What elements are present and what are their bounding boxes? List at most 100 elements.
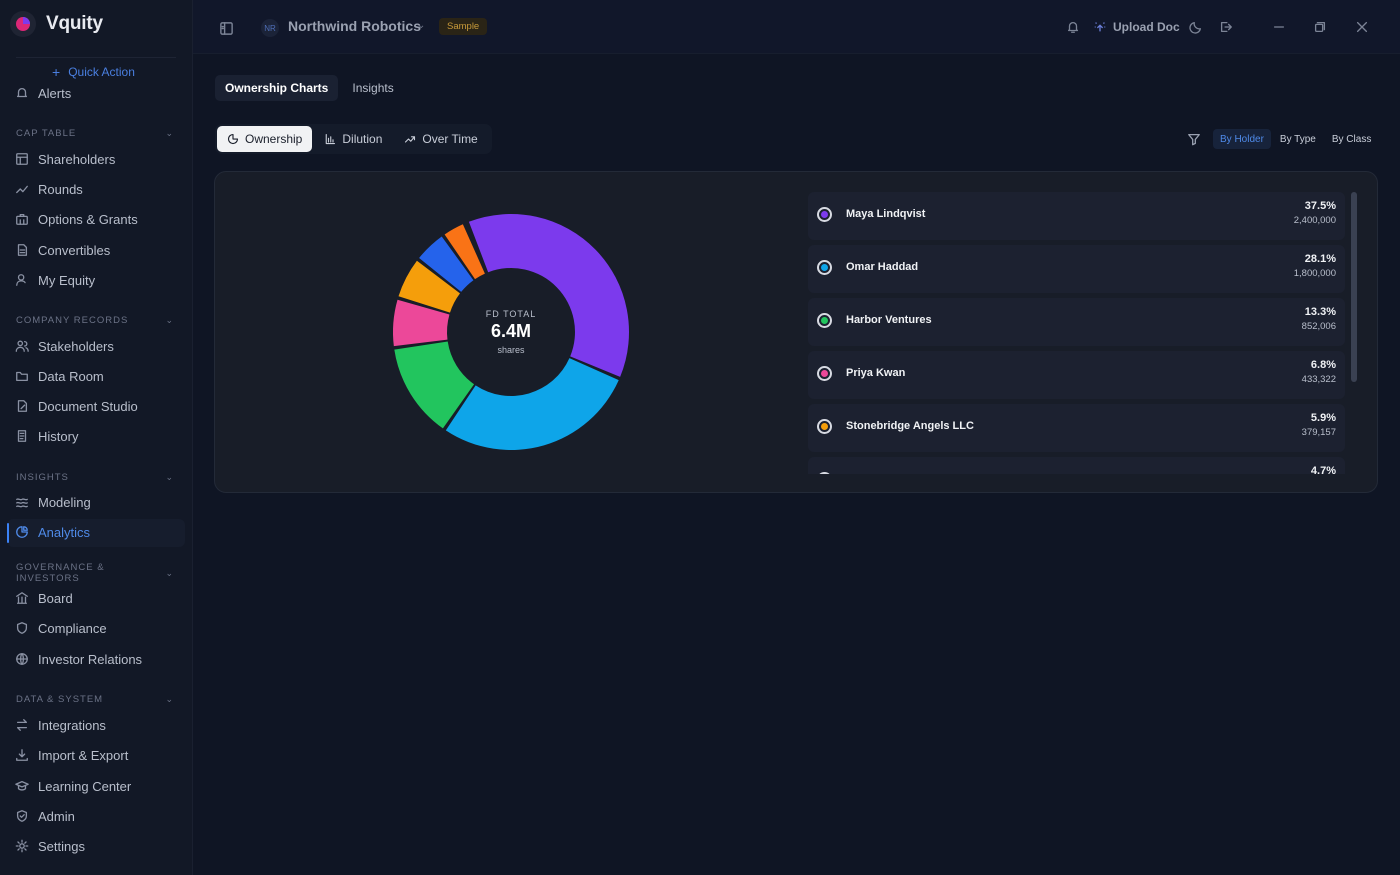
section-header-cap-table[interactable]: CAP TABLE ⌄ <box>16 126 176 140</box>
building-icon <box>14 590 30 606</box>
sparkle-upload-icon <box>1094 22 1106 32</box>
legend-swatch <box>817 207 832 222</box>
globe-icon <box>14 651 30 667</box>
ownership-donut-chart: FD TOTAL 6.4M shares <box>391 212 631 452</box>
sidebar-item-history[interactable]: History <box>14 426 78 446</box>
sidebar-item-admin[interactable]: Admin <box>14 806 75 826</box>
sample-badge: Sample <box>439 18 488 35</box>
legend-scrollbar[interactable] <box>1351 192 1357 474</box>
donut-center-value: 6.4M <box>490 321 532 341</box>
brand-logo-icon <box>10 11 36 37</box>
sidebar-item-analytics[interactable]: Analytics <box>14 522 90 542</box>
donut-center: FD TOTAL 6.4M shares <box>391 212 631 452</box>
users-icon <box>14 338 30 354</box>
pie-chart-icon <box>227 133 239 145</box>
sidebar-toggle-icon[interactable] <box>217 19 235 37</box>
sidebar-item-modeling[interactable]: Modeling <box>14 492 91 512</box>
close-icon[interactable] <box>1354 19 1370 35</box>
sidebar-nav[interactable]: Alerts CAP TABLE ⌄ Shareholders Rounds Op… <box>0 82 193 875</box>
legend-swatch <box>817 313 832 328</box>
waves-icon <box>14 494 30 510</box>
chevron-down-icon[interactable]: ⌄ <box>417 20 425 31</box>
section-header-governance[interactable]: GOVERNANCE & INVESTORS ⌄ <box>16 562 176 584</box>
legend-holder-name: Omar Haddad <box>846 261 919 273</box>
tab-insights[interactable]: Insights <box>342 75 403 101</box>
legend-row[interactable]: Harbor Ventures 13.3% 852,006 <box>808 298 1345 346</box>
edit-document-icon <box>14 398 30 414</box>
section-header-data-system[interactable]: DATA & SYSTEM ⌄ <box>16 692 176 706</box>
sidebar-item-compliance[interactable]: Compliance <box>14 618 107 638</box>
group-by-class-button[interactable]: By Class <box>1325 129 1378 149</box>
logout-icon[interactable] <box>1218 19 1234 35</box>
sidebar-item-integrations[interactable]: Integrations <box>14 715 106 735</box>
donut-center-unit: shares <box>497 345 525 355</box>
legend-shares: 2,400,000 <box>1293 215 1336 226</box>
sidebar-item-import-export[interactable]: Import & Export <box>14 745 128 765</box>
folder-icon <box>14 368 30 384</box>
org-name[interactable]: Northwind Robotics <box>288 18 421 34</box>
sidebar-item-stakeholders[interactable]: Stakeholders <box>14 336 114 356</box>
legend-shares: 1,800,000 <box>1293 268 1336 279</box>
legend-swatch <box>817 472 832 474</box>
gear-icon <box>14 838 30 854</box>
document-icon <box>14 242 30 258</box>
sidebar-item-settings[interactable]: Settings <box>14 836 85 856</box>
view-dilution-button[interactable]: Dilution <box>314 126 392 152</box>
legend-percent: 13.3% <box>1304 306 1336 318</box>
user-icon <box>14 272 30 288</box>
group-by-switcher: By Holder By Type By Class <box>1187 128 1378 150</box>
legend-row[interactable]: 4.7% <box>808 457 1345 474</box>
legend-holder-name: Harbor Ventures <box>846 314 932 326</box>
sidebar-item-board[interactable]: Board <box>14 588 73 608</box>
sidebar-item-my-equity[interactable]: My Equity <box>14 270 95 290</box>
legend-holder-name: Maya Lindqvist <box>846 208 926 220</box>
sidebar-item-alerts[interactable]: Alerts <box>14 83 71 103</box>
legend-swatch <box>817 419 832 434</box>
section-header-insights[interactable]: INSIGHTS ⌄ <box>16 470 176 484</box>
scrollbar-thumb[interactable] <box>1351 192 1357 382</box>
legend-row[interactable]: Stonebridge Angels LLC 5.9% 379,157 <box>808 404 1345 452</box>
quick-action-label: Quick Action <box>68 65 135 79</box>
sidebar-item-shareholders[interactable]: Shareholders <box>14 149 115 169</box>
sidebar-item-investor-relations[interactable]: Investor Relations <box>14 649 142 669</box>
moon-icon[interactable] <box>1188 19 1204 35</box>
sidebar-item-learning-center[interactable]: Learning Center <box>14 776 131 796</box>
graduation-cap-icon <box>14 778 30 794</box>
restore-icon[interactable] <box>1312 19 1328 35</box>
legend-shares: 379,157 <box>1301 427 1336 438</box>
brand[interactable]: Vquity <box>10 10 103 38</box>
legend-holder-name: Stonebridge Angels LLC <box>846 420 974 432</box>
filter-icon[interactable] <box>1187 132 1201 146</box>
ownership-card: FD TOTAL 6.4M shares Maya Lindqvist 37.5… <box>214 171 1378 493</box>
chevron-down-icon: ⌄ <box>165 314 174 325</box>
sidebar-item-convertibles[interactable]: Convertibles <box>14 240 110 260</box>
legend-row[interactable]: Omar Haddad 28.1% 1,800,000 <box>808 245 1345 293</box>
bell-icon[interactable] <box>1065 19 1081 35</box>
view-over-time-button[interactable]: Over Time <box>394 126 487 152</box>
legend-percent: 5.9% <box>1310 412 1336 424</box>
quick-action-button[interactable]: + Quick Action <box>52 63 135 81</box>
legend-row[interactable]: Priya Kwan 6.8% 433,322 <box>808 351 1345 399</box>
chevron-down-icon: ⌄ <box>165 567 174 578</box>
plus-icon: + <box>52 64 61 80</box>
legend-percent: 6.8% <box>1310 359 1336 371</box>
sidebar-item-options-grants[interactable]: Options & Grants <box>14 209 138 229</box>
holder-legend-list[interactable]: Maya Lindqvist 37.5% 2,400,000 Omar Hadd… <box>808 192 1345 474</box>
upload-doc-button[interactable]: Upload Doc <box>1093 17 1180 37</box>
view-ownership-button[interactable]: Ownership <box>217 126 313 152</box>
tab-ownership-charts[interactable]: Ownership Charts <box>215 75 339 101</box>
sidebar-item-document-studio[interactable]: Document Studio <box>14 396 138 416</box>
minimize-icon[interactable] <box>1271 19 1287 35</box>
legend-row[interactable]: Maya Lindqvist 37.5% 2,400,000 <box>808 192 1345 240</box>
section-header-company-records[interactable]: COMPANY RECORDS ⌄ <box>16 313 176 327</box>
org-avatar: NR <box>261 19 279 37</box>
legend-percent: 28.1% <box>1304 253 1336 265</box>
sidebar-item-data-room[interactable]: Data Room <box>14 366 104 386</box>
main-tabs: Ownership Charts Insights <box>215 75 408 101</box>
sidebar-item-rounds[interactable]: Rounds <box>14 179 83 199</box>
legend-percent: 4.7% <box>1310 465 1336 474</box>
brand-name: Vquity <box>46 13 103 34</box>
group-by-holder-button[interactable]: By Holder <box>1213 129 1271 149</box>
group-by-type-button[interactable]: By Type <box>1273 129 1323 149</box>
chevron-down-icon: ⌄ <box>165 127 174 138</box>
